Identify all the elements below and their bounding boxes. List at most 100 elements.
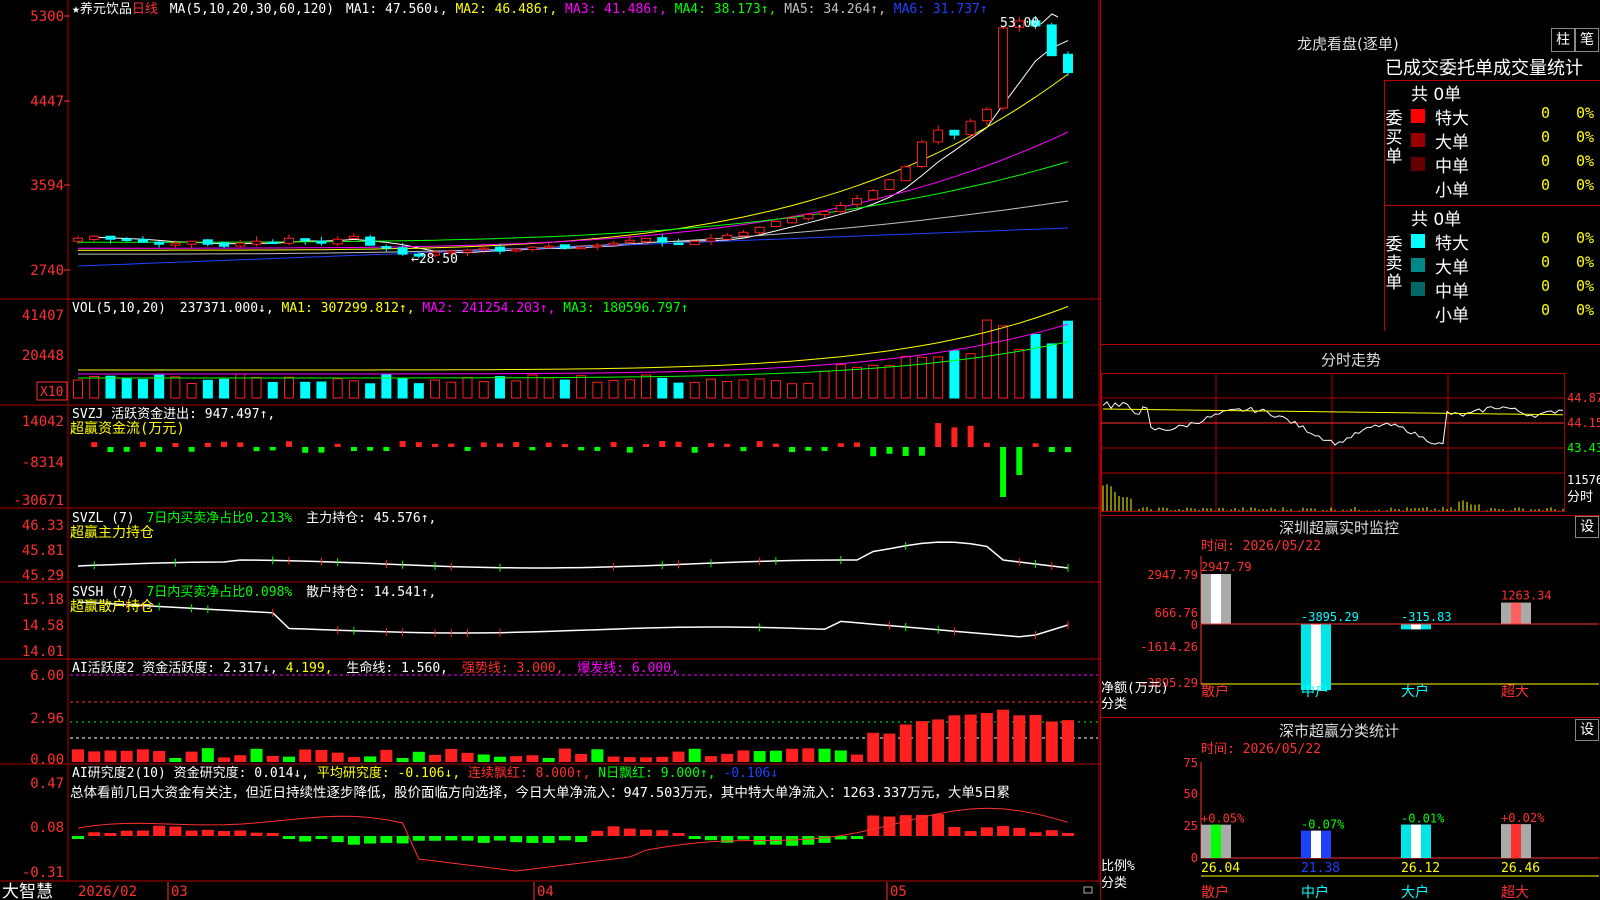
ai-bar — [867, 732, 880, 762]
research-bar — [1062, 833, 1074, 836]
research-bar — [867, 815, 880, 836]
volume-bar — [787, 383, 798, 399]
intraday-chart[interactable]: 44.87 44.15 43.43 11576 分时 — [1101, 370, 1600, 515]
research-bar — [721, 836, 734, 843]
date-label: 03 — [171, 884, 188, 900]
candle-up — [283, 237, 294, 244]
research-bar — [542, 836, 555, 843]
volume-bar — [462, 376, 473, 399]
candle-up — [981, 108, 992, 122]
lock-icon[interactable] — [1083, 886, 1093, 894]
research-bar — [1045, 830, 1058, 836]
volume-bar — [576, 375, 587, 399]
volume-bar — [835, 364, 846, 399]
order-row: 特大 0 0% — [1411, 229, 1600, 254]
classify-settings-button[interactable]: 设 — [1575, 719, 1599, 741]
svzl-line — [77, 541, 1069, 569]
intraday-tick: 44.15 — [1567, 416, 1600, 430]
volume-bar — [1014, 349, 1025, 399]
bar-view-button[interactable]: 柱 — [1551, 28, 1575, 52]
volume-bar — [73, 379, 83, 399]
svzj-bar — [854, 442, 861, 447]
svzj-bar — [464, 447, 471, 451]
monitor-value-label: 2947.79 — [1201, 560, 1252, 574]
volume-bar — [365, 383, 376, 399]
candle-up — [511, 248, 522, 252]
svzj-bar — [756, 441, 763, 447]
classify-tick: 0 — [1191, 851, 1198, 865]
research-bar — [737, 836, 750, 840]
buy-total: 共 0单 — [1411, 85, 1462, 105]
svsh-panel[interactable]: 15.18 14.58 14.01 SVSH (7) 7日内买卖净占比0.098… — [22, 584, 1069, 660]
main-chart-area[interactable]: 5300 4447 3594 2740 53.00 ←28.50 ★养元饮品日线… — [0, 0, 1100, 900]
order-percent: 0% — [1576, 128, 1595, 146]
classify-value-label: 26.04 — [1201, 861, 1240, 876]
monitor-value-label: 1263.34 — [1501, 589, 1552, 603]
volume-bar — [965, 353, 976, 399]
research-bar — [477, 836, 490, 843]
classify-category: 散户 — [1201, 884, 1229, 900]
order-type-label: 小单 — [1435, 181, 1469, 201]
ai-bar — [721, 753, 734, 762]
classify-tick: 50 — [1184, 787, 1198, 801]
candle-up — [251, 240, 262, 245]
ai-bar — [851, 754, 864, 762]
volume-bar — [803, 382, 814, 399]
order-count: 0 — [1541, 253, 1551, 271]
classify-bar — [1401, 824, 1431, 858]
ai-bar — [461, 752, 474, 762]
candle-up — [186, 240, 197, 245]
svzl-tick: 46.33 — [22, 518, 64, 534]
order-row: 中单 0 0% — [1411, 277, 1600, 302]
svzl-panel[interactable]: 46.33 45.81 45.29 SVZL (7) 7日内买卖净占比0.213… — [22, 510, 1069, 584]
volume-bar — [705, 378, 716, 399]
research-bar — [120, 830, 133, 836]
color-swatch — [1411, 306, 1425, 320]
sell-side-label: 委卖单 — [1385, 235, 1403, 293]
ai-bar — [493, 756, 506, 762]
high-price-label: 53.00 — [1000, 16, 1039, 31]
ai-activity-panel[interactable]: 6.00 2.96 0.00 AI活跃度2 资金活跃度: 2.317↓, 4.1… — [30, 660, 1098, 768]
ai-bar — [266, 755, 279, 762]
order-count: 0 — [1541, 104, 1551, 122]
volume-bar — [641, 374, 652, 399]
research-line — [77, 807, 1069, 872]
volume-bar — [186, 382, 197, 399]
volume-bar — [251, 376, 262, 399]
monitor-settings-button[interactable]: 设 — [1575, 516, 1599, 538]
candle-up — [884, 179, 895, 190]
svzj-bar — [285, 441, 292, 447]
volume-bar — [105, 375, 116, 399]
color-swatch — [1411, 181, 1425, 195]
candle-up — [787, 217, 798, 224]
order-type-label: 特大 — [1435, 109, 1469, 129]
svzj-bar — [1032, 443, 1039, 447]
candle-up — [608, 242, 619, 246]
ai-tick: 0.00 — [30, 752, 64, 768]
monitor-tick: -1614.26 — [1140, 640, 1198, 654]
svzj-panel[interactable]: 14042 -8314 -30671 SVZJ 活跃资金进出: 947.497↑… — [13, 406, 1071, 509]
candle-up — [624, 239, 635, 243]
volume-bar — [430, 379, 441, 399]
monitor-bar — [1301, 624, 1331, 691]
order-row: 大单 0 0% — [1411, 253, 1600, 278]
svzj-bar — [496, 443, 503, 447]
research-bar — [185, 830, 198, 836]
ai-research-panel[interactable]: 0.47 0.08 -0.31 AI研究度2(10) 资金研究度: 0.014↓… — [22, 765, 1074, 881]
ai-bar — [136, 749, 149, 762]
research-bar — [104, 833, 117, 836]
price-panel[interactable]: 5300 4447 3594 2740 53.00 ←28.50 ★养元饮品日线… — [30, 1, 1073, 279]
right-panel[interactable]: 龙虎看盘(逐单) 柱 笔 已成交委托单成交量统计 委买单 共 0单 特大 0 0% 大… — [1100, 0, 1600, 900]
ai-bar — [412, 751, 425, 762]
volume-panel[interactable]: 41407 20448 X10 VOL(5,10,20) 237371.000↓… — [22, 301, 1073, 401]
brand-label: 大智慧 — [2, 882, 53, 900]
ai-bar — [380, 749, 393, 762]
volume-bar — [202, 379, 213, 399]
volume-bar — [559, 379, 570, 399]
research-bar — [493, 836, 506, 841]
candle-up — [235, 242, 246, 247]
order-view-button[interactable]: 笔 — [1575, 28, 1599, 52]
ai-bar — [250, 748, 263, 762]
volume-bar — [527, 374, 538, 399]
candlesticks[interactable] — [73, 15, 1073, 259]
